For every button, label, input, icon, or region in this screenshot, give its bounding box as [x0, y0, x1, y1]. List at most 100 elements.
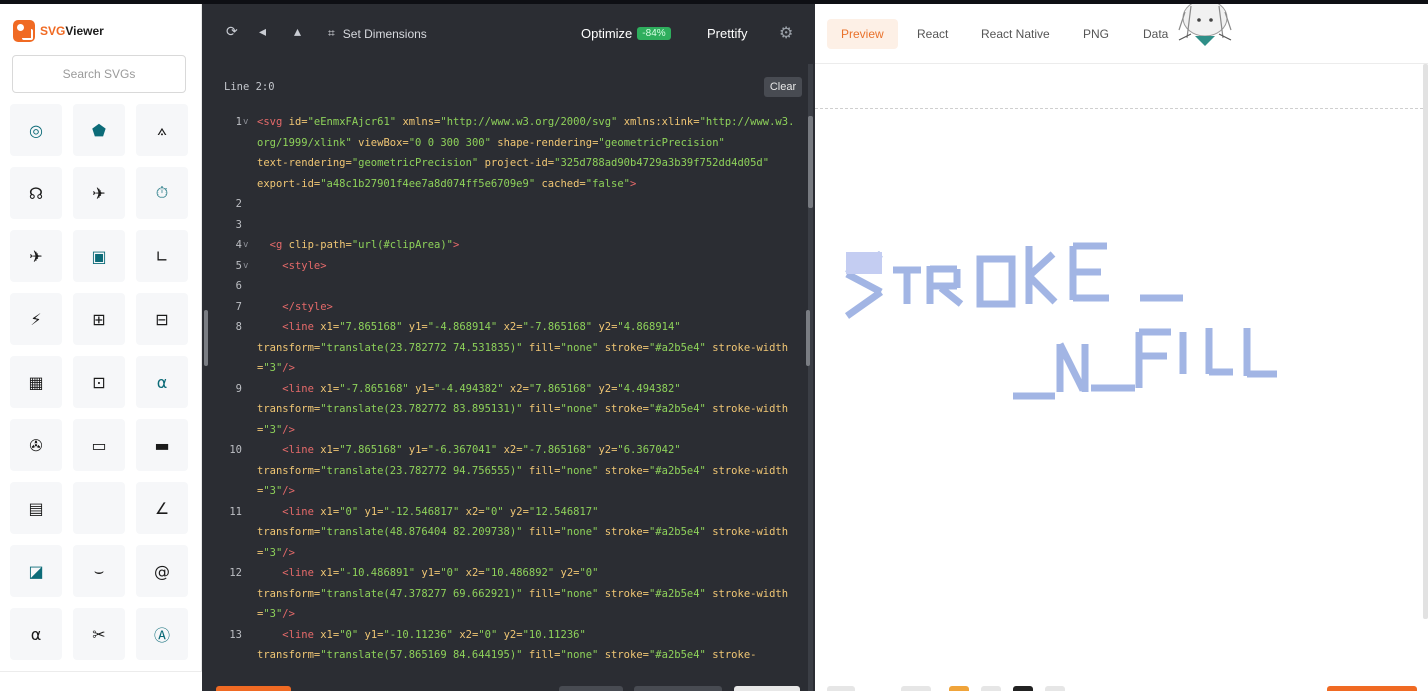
- left-resize-handle[interactable]: [204, 310, 208, 366]
- sidebar-icon-button[interactable]: ▤: [10, 482, 62, 534]
- line-number: 11: [229, 505, 242, 518]
- fold-chevron-icon[interactable]: v: [243, 256, 248, 277]
- code-line[interactable]: 11 <line x1="0" y1="-12.546817" x2="0" y…: [202, 502, 807, 564]
- tab-png[interactable]: PNG: [1069, 19, 1123, 49]
- code-text: <line x1="0" y1="-12.546817" x2="0" y2="…: [257, 505, 789, 559]
- right-resize-handle[interactable]: [806, 310, 810, 366]
- airplane-off-icon: ✂: [92, 624, 106, 644]
- headset-icon: ☊: [28, 183, 44, 203]
- footer-fit-button[interactable]: [901, 686, 931, 691]
- sidebar-icon-button[interactable]: ✈: [73, 167, 125, 219]
- sidebar-icon-button[interactable]: [73, 482, 125, 534]
- footer-primary-button[interactable]: [216, 686, 291, 691]
- sidebar-icon-button[interactable]: ✂: [73, 608, 125, 660]
- fold-chevron-icon[interactable]: v: [243, 112, 248, 133]
- code-text: <line x1="-7.865168" y1="-4.494382" x2="…: [257, 382, 789, 436]
- clear-button[interactable]: Clear: [764, 77, 802, 97]
- code-line[interactable]: 8 <line x1="7.865168" y1="-4.868914" x2=…: [202, 317, 807, 379]
- sidebar-icon-button[interactable]: ∟: [136, 230, 188, 282]
- footer-bg-dark-swatch[interactable]: [1013, 686, 1033, 691]
- sidebar-icon-button[interactable]: Ⓐ: [136, 608, 188, 660]
- code-line[interactable]: 5v <style>: [202, 256, 807, 277]
- sidebar-icon-button[interactable]: ◎: [10, 104, 62, 156]
- line-number: 5: [235, 259, 242, 272]
- optimize-label: Optimize: [581, 26, 633, 41]
- code-line[interactable]: 4v <g clip-path="url(#clipArea)">: [202, 235, 807, 256]
- sidebar-icon-button[interactable]: ▬: [136, 419, 188, 471]
- sidebar-icon-button[interactable]: ⚡: [10, 293, 62, 345]
- code-line[interactable]: 6: [202, 276, 807, 297]
- sidebar-icon-button[interactable]: ⊟: [136, 293, 188, 345]
- code-line[interactable]: 12 <line x1="-10.486891" y1="0" x2="10.4…: [202, 563, 807, 625]
- prettify-button[interactable]: Prettify: [707, 26, 747, 41]
- sidebar-icon-button[interactable]: ⟑: [136, 104, 188, 156]
- bed-person-icon: ⊡: [92, 372, 106, 392]
- sidebar-icon-button[interactable]: ✇: [10, 419, 62, 471]
- editor-scrollbar-thumb[interactable]: [808, 116, 813, 208]
- search-input[interactable]: [12, 55, 186, 93]
- code-line[interactable]: 7 </style>: [202, 297, 807, 318]
- code-text: </style>: [282, 300, 333, 313]
- sidebar-icon-button[interactable]: ∠: [136, 482, 188, 534]
- flip-horizontal-icon[interactable]: ◂: [259, 24, 266, 40]
- air-conditioner-icon: ▭: [91, 435, 107, 455]
- footer-button-c[interactable]: [734, 686, 800, 691]
- sidebar-icon-button[interactable]: α: [136, 356, 188, 408]
- sidebar-icon-button[interactable]: ☊: [10, 167, 62, 219]
- sidebar-icon-button[interactable]: ▭: [73, 419, 125, 471]
- sidebar-icon-button[interactable]: ⏱: [136, 167, 188, 219]
- code-line[interactable]: 1 v <svg id="eEnmxFAjcr61" xmlns="http://w…: [202, 112, 807, 194]
- code-line[interactable]: 2: [202, 194, 807, 215]
- code-line[interactable]: 13 <line x1="0" y1="-10.11236" x2="0" y2…: [202, 625, 807, 666]
- code-text: <line x1="0" y1="-10.11236" x2="0" y2="1…: [257, 628, 757, 662]
- sidebar-icon-button[interactable]: @: [136, 545, 188, 597]
- airplane-right-icon: ✈: [92, 183, 106, 203]
- sidebar-icon-button[interactable]: ⊞: [73, 293, 125, 345]
- fold-chevron-icon[interactable]: v: [243, 235, 248, 256]
- logo-text: SVGViewer: [40, 24, 104, 38]
- sidebar-icon-button[interactable]: ⬟: [73, 104, 125, 156]
- flip-vertical-icon[interactable]: ▴: [294, 24, 301, 40]
- sidebar-icon-button[interactable]: ⌣: [73, 545, 125, 597]
- sidebar-icon-button[interactable]: ✈: [10, 230, 62, 282]
- sidebar-icon-button[interactable]: ⊡: [73, 356, 125, 408]
- building-icon: ▦: [28, 372, 44, 392]
- stopwatch-icon: ⏱: [155, 183, 169, 202]
- gear-icon[interactable]: ⚙: [779, 23, 793, 42]
- angle-right-icon: ∟: [155, 246, 169, 266]
- code-area[interactable]: 1 v <svg id="eEnmxFAjcr61" xmlns="http://w…: [202, 112, 807, 666]
- sidebar: SVGViewer ◎ ⬟ ⟑ ☊ ✈ ⏱ ✈ ▣ ∟ ⚡ ⊞ ⊟ ▦ ⊡ α ✇ ▭ ▬ ▤ ∠ ◪ ⌣ @ α ✂ Ⓐ: [0, 4, 202, 691]
- sidebar-icon-button[interactable]: ◪: [10, 545, 62, 597]
- tab-preview[interactable]: Preview: [827, 19, 898, 49]
- footer-button-b[interactable]: [634, 686, 722, 691]
- logo-mark-icon: [13, 20, 35, 42]
- tab-react-native[interactable]: React Native: [967, 19, 1064, 49]
- preview-scrollbar[interactable]: [1423, 64, 1428, 619]
- tab-react[interactable]: React: [903, 19, 962, 49]
- footer-bg-grid-swatch[interactable]: [1045, 686, 1065, 691]
- footer-download-button[interactable]: [1327, 686, 1417, 691]
- line-number: 7: [235, 300, 242, 313]
- at-sign-icon: @: [154, 561, 170, 581]
- app-logo[interactable]: SVGViewer: [13, 20, 104, 42]
- rotate-icon[interactable]: ⟳: [226, 24, 238, 40]
- svg-preview-canvas[interactable]: [815, 204, 1295, 424]
- line-number: 9: [235, 382, 242, 395]
- code-line[interactable]: 9 <line x1="-7.865168" y1="-4.494382" x2…: [202, 379, 807, 441]
- optimize-button[interactable]: Optimize -84%: [581, 26, 671, 41]
- alpha-box-icon: α: [156, 372, 168, 392]
- icon-grid: ◎ ⬟ ⟑ ☊ ✈ ⏱ ✈ ▣ ∟ ⚡ ⊞ ⊟ ▦ ⊡ α ✇ ▭ ▬ ▤ ∠ ◪ ⌣ @ α ✂ Ⓐ: [10, 104, 188, 660]
- code-line[interactable]: 3: [202, 215, 807, 236]
- sidebar-icon-button[interactable]: ▣: [73, 230, 125, 282]
- sidebar-icon-button[interactable]: α: [10, 608, 62, 660]
- sidebar-icon-button[interactable]: ▦: [10, 356, 62, 408]
- footer-button-a[interactable]: [559, 686, 623, 691]
- set-dimensions-button[interactable]: ⌗ Set Dimensions: [328, 26, 427, 41]
- footer-bg-light-swatch[interactable]: [981, 686, 1001, 691]
- code-line[interactable]: 10 <line x1="7.865168" y1="-6.367041" x2…: [202, 440, 807, 502]
- code-text: <line x1="-10.486891" y1="0" x2="10.4868…: [257, 567, 789, 620]
- code-text: <line x1="7.865168" y1="-4.868914" x2="-…: [257, 321, 789, 374]
- footer-bg-orange-swatch[interactable]: [949, 686, 969, 691]
- line-number: 4: [235, 239, 242, 251]
- footer-zoom-button[interactable]: [827, 686, 855, 691]
